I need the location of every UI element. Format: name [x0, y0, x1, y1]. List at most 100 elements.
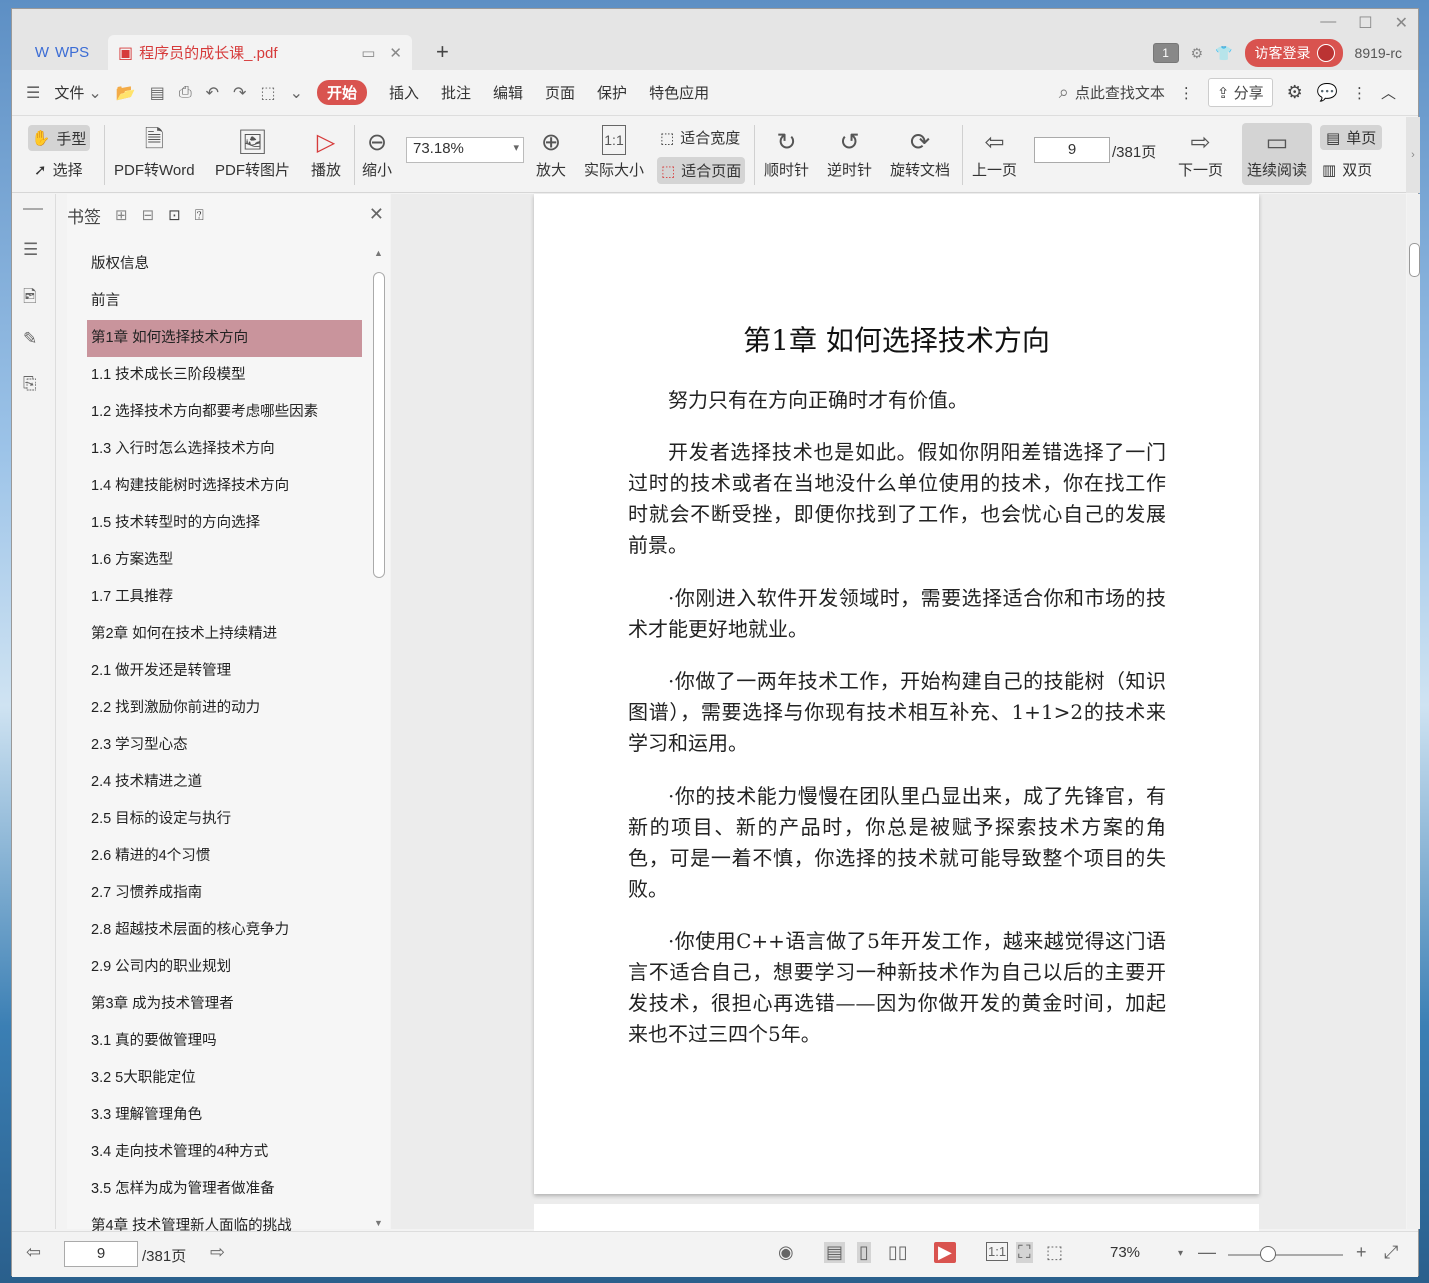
close-window-icon[interactable]: ✕	[1395, 13, 1408, 33]
bookmark-item[interactable]: 2.7 习惯养成指南	[87, 875, 362, 912]
bookmark-item[interactable]: 版权信息	[87, 246, 362, 283]
collapse-all-icon[interactable]: ⊟	[142, 206, 155, 224]
bookmark-item[interactable]: 3.1 真的要做管理吗	[87, 1023, 362, 1060]
save-icon[interactable]: ▤	[150, 83, 165, 103]
add-bookmark-icon[interactable]: ⊡	[168, 206, 181, 224]
skin-icon[interactable]: ⚙	[1191, 45, 1204, 62]
bookmark-item[interactable]: 1.5 技术转型时的方向选择	[87, 505, 362, 542]
play-slideshow-icon[interactable]: ▶	[934, 1242, 956, 1263]
status-next-page-icon[interactable]: ⇨	[210, 1242, 225, 1263]
status-prev-page-icon[interactable]: ⇦	[26, 1242, 41, 1263]
bookmark-item[interactable]: 3.5 怎样为成为管理者做准备	[87, 1171, 362, 1208]
redo-icon[interactable]: ↷	[233, 83, 246, 103]
comment-icon[interactable]: 💬	[1317, 83, 1338, 103]
thumbnails-panel-icon[interactable]: 🖻	[23, 284, 43, 306]
bookmark-item[interactable]: 2.9 公司内的职业规划	[87, 949, 362, 986]
hamburger-icon[interactable]: ☰	[26, 83, 40, 103]
bookmark-item[interactable]: 3.4 走向技术管理的4种方式	[87, 1134, 362, 1171]
fit-page-button[interactable]: ⬚ 适合页面	[657, 157, 746, 184]
tab-wps-home[interactable]: W WPS	[16, 35, 108, 69]
bookmark-item[interactable]: 前言	[87, 283, 362, 320]
bookmark-item[interactable]: 1.7 工具推荐	[87, 579, 362, 616]
continuous-view-icon[interactable]: ▤	[824, 1242, 846, 1263]
menu-page[interactable]: 页面	[545, 82, 575, 103]
prev-page-button[interactable]: ⇦ 上一页	[972, 125, 1017, 180]
pdf-to-word-button[interactable]: 🗎 PDF转Word	[114, 125, 195, 180]
bookmark-item[interactable]: 2.3 学习型心态	[87, 727, 362, 764]
undo-icon[interactable]: ↶	[206, 83, 219, 103]
settings-gear-icon[interactable]: ⚙	[1287, 82, 1303, 103]
menu-comment[interactable]: 批注	[441, 82, 471, 103]
zoom-dropdown-icon[interactable]: ▾	[1178, 1248, 1183, 1259]
zoom-in-button[interactable]: ⊕ 放大	[536, 125, 566, 180]
more-dropdown-icon[interactable]: ⌄	[290, 83, 303, 103]
menu-protect[interactable]: 保护	[597, 82, 627, 103]
window-count-badge[interactable]: 1	[1152, 43, 1179, 63]
bookmark-item[interactable]: 2.4 技术精进之道	[87, 764, 362, 801]
bookmark-icon[interactable]: ⍰	[195, 207, 204, 224]
zoom-dropdown-icon[interactable]: ▾	[513, 141, 519, 154]
menu-edit[interactable]: 编辑	[493, 82, 523, 103]
select-tool-button[interactable]: ➚ 选择	[34, 159, 83, 180]
menu-file[interactable]: 文件	[54, 82, 84, 103]
toolbar-scroll-right-icon[interactable]: ›	[1406, 117, 1420, 193]
double-view-icon[interactable]: ▯▯	[888, 1242, 908, 1263]
sidebar-scroll-thumb[interactable]	[373, 272, 385, 578]
new-tab-button[interactable]: +	[436, 39, 449, 65]
rotate-clockwise-button[interactable]: ↻ 顺时针	[764, 125, 809, 180]
close-sidebar-icon[interactable]: ✕	[369, 204, 384, 225]
fit-width-status-icon[interactable]: ⬚	[1046, 1242, 1063, 1263]
menu-start[interactable]: 开始	[316, 80, 367, 105]
share-button[interactable]: ⇪ 分享	[1207, 78, 1273, 107]
single-page-button[interactable]: ▤ 单页	[1320, 125, 1383, 150]
status-zoom-in-icon[interactable]: +	[1356, 1242, 1367, 1263]
zoom-slider[interactable]	[1228, 1254, 1343, 1256]
zoom-out-button[interactable]: ⊖ 缩小	[362, 125, 392, 180]
print-icon[interactable]: ⎙	[179, 84, 192, 102]
search-icon[interactable]: ⌕	[1059, 82, 1069, 103]
expand-all-icon[interactable]: ⊞	[115, 206, 128, 224]
rotate-document-button[interactable]: ⟳ 旋转文档	[890, 125, 950, 180]
zoom-slider-knob[interactable]	[1260, 1246, 1276, 1262]
bookmark-item[interactable]: 2.1 做开发还是转管理	[87, 653, 362, 690]
status-zoom-value[interactable]: 73%	[1110, 1244, 1140, 1261]
document-viewer[interactable]: 第1章 如何选择技术方向 努力只有在方向正确时才有价值。 开发者选择技术也是如此…	[391, 194, 1406, 1244]
actual-size-status-icon[interactable]: 1:1	[986, 1242, 1009, 1261]
shirt-icon[interactable]: 👕	[1215, 45, 1232, 62]
menu-special[interactable]: 特色应用	[649, 82, 709, 103]
hand-tool-button[interactable]: ✋ 手型	[28, 125, 90, 151]
actual-size-button[interactable]: 1:1 实际大小	[584, 125, 644, 180]
play-button[interactable]: ▷ 播放	[311, 125, 341, 180]
search-text-button[interactable]: 点此查找文本	[1075, 82, 1165, 103]
eye-protection-icon[interactable]: ◉	[778, 1242, 794, 1263]
attachments-panel-icon[interactable]: ⎘	[23, 374, 43, 394]
bookmark-item[interactable]: 3.3 理解管理角色	[87, 1097, 362, 1134]
next-page-button[interactable]: ⇨ 下一页	[1178, 125, 1223, 180]
pdf-to-image-button[interactable]: 🖼 PDF转图片	[215, 125, 290, 180]
continuous-reading-button[interactable]: ▭ 连续阅读	[1242, 123, 1312, 185]
fit-width-button[interactable]: ⬚ 适合宽度	[660, 127, 740, 148]
bookmark-item[interactable]: 1.1 技术成长三阶段模型	[87, 357, 362, 394]
status-page-input[interactable]: 9	[64, 1241, 138, 1267]
viewer-scrollbar[interactable]	[1407, 194, 1420, 1229]
close-tab-icon[interactable]: ✕	[389, 44, 402, 62]
tab-document[interactable]: ▣ 程序员的成长课_.pdf ▭ ✕	[108, 35, 412, 70]
bookmark-item[interactable]: 2.6 精进的4个习惯	[87, 838, 362, 875]
page-number-input[interactable]: 9	[1034, 137, 1110, 163]
bookmark-item[interactable]: 第3章 成为技术管理者	[87, 986, 362, 1023]
bookmark-item[interactable]: 2.2 找到激励你前进的动力	[87, 690, 362, 727]
bookmark-item[interactable]: 1.6 方案选型	[87, 542, 362, 579]
single-view-icon[interactable]: ▯	[857, 1242, 871, 1263]
fullscreen-icon[interactable]: ⤢	[1384, 1242, 1398, 1263]
annotation-panel-icon[interactable]: ✎	[23, 329, 43, 349]
fit-page-status-icon[interactable]: ⛶	[1016, 1242, 1033, 1263]
double-page-button[interactable]: ▥ 双页	[1322, 159, 1372, 180]
maximize-icon[interactable]: ☐	[1358, 13, 1372, 33]
chevron-down-icon[interactable]: ⌄	[88, 83, 101, 103]
zoom-input[interactable]: 73.18% ▾	[406, 137, 524, 163]
viewer-scroll-thumb[interactable]	[1409, 243, 1420, 277]
bookmark-item[interactable]: 2.8 超越技术层面的核心竞争力	[87, 912, 362, 949]
visitor-login-button[interactable]: 访客登录	[1244, 39, 1343, 67]
pin-icon[interactable]: ▭	[361, 44, 375, 62]
collapse-ribbon-icon[interactable]: ︿	[1381, 82, 1396, 103]
